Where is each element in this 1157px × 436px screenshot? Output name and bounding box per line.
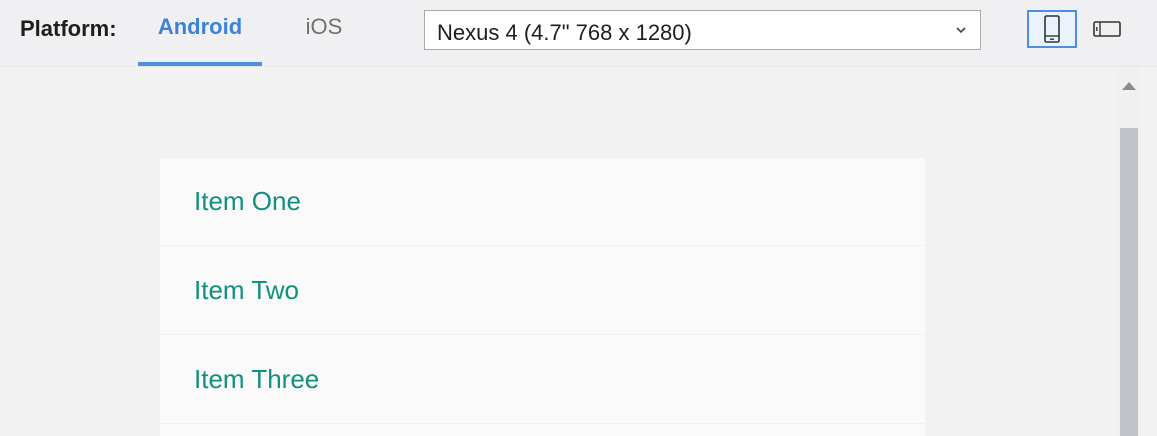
platform-label: Platform:	[20, 16, 117, 41]
list-item-label: Item One	[194, 186, 301, 216]
device-select[interactable]: Nexus 4 (4.7" 768 x 1280)	[424, 10, 981, 50]
tab-android[interactable]: Android	[138, 14, 262, 40]
landscape-orientation-button[interactable]	[1082, 10, 1132, 48]
list-item[interactable]: Item One	[160, 158, 925, 246]
phone-portrait-icon	[1044, 15, 1060, 43]
toolbar: Platform: Android iOS Nexus 4 (4.7" 768 …	[0, 0, 1157, 67]
scroll-up-arrow-icon[interactable]	[1121, 78, 1137, 94]
chevron-down-icon	[956, 27, 966, 34]
list-item-label: Item Three	[194, 364, 320, 394]
phone-landscape-icon	[1093, 21, 1121, 37]
list-card: Item One Item Two Item Three	[160, 158, 925, 436]
list-item-label: Item Two	[194, 275, 300, 305]
list-item[interactable]: Item Two	[160, 247, 925, 335]
right-gutter	[1140, 67, 1157, 436]
preview-viewport: Item One Item Two Item Three	[0, 67, 1118, 436]
list-item[interactable]: Item Three	[160, 336, 925, 424]
device-select-value: Nexus 4 (4.7" 768 x 1280)	[437, 20, 692, 45]
tab-ios[interactable]: iOS	[290, 14, 358, 40]
tab-active-indicator	[138, 62, 262, 66]
scrollbar-thumb[interactable]	[1120, 128, 1138, 436]
portrait-orientation-button[interactable]	[1027, 10, 1077, 48]
